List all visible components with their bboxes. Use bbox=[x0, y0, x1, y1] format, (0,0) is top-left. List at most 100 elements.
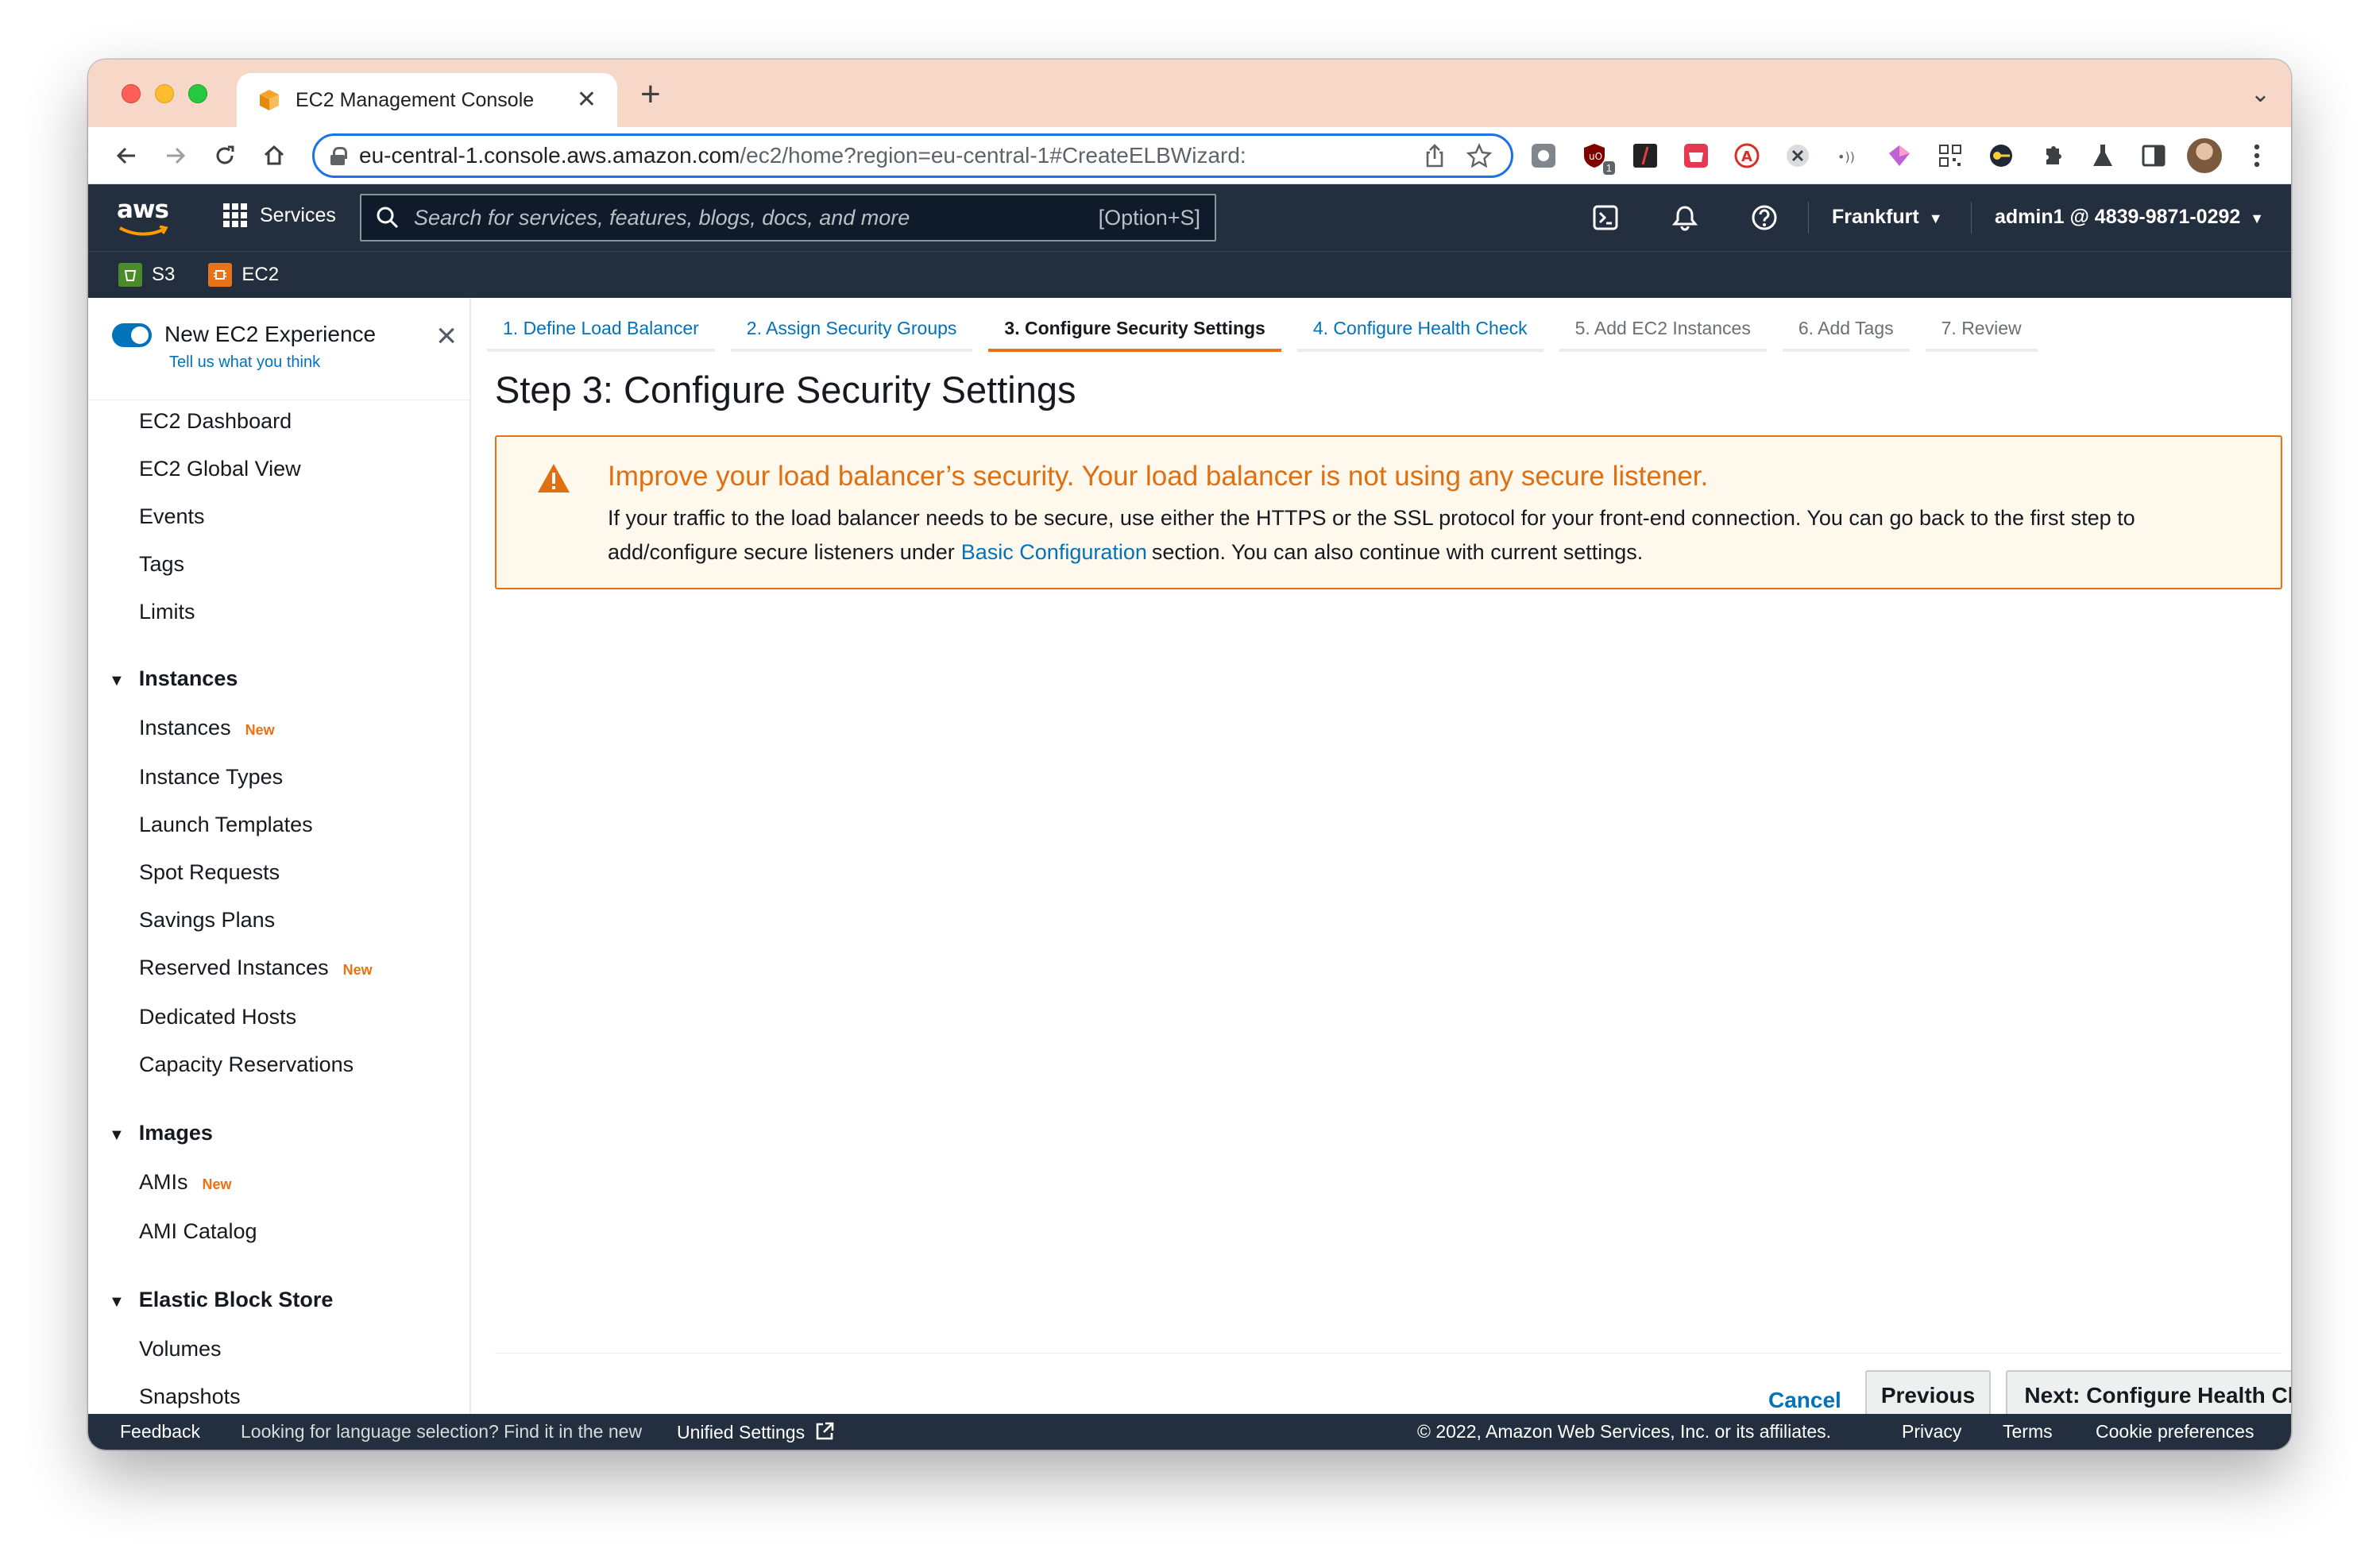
services-menu-button[interactable]: Services bbox=[223, 203, 336, 227]
close-sidebar-icon[interactable]: × bbox=[436, 319, 457, 353]
sidebar-item-instances[interactable]: Instances New bbox=[139, 716, 275, 740]
sidebar-item-launch-templates[interactable]: Launch Templates bbox=[139, 813, 313, 837]
favorite-s3[interactable]: S3 bbox=[118, 263, 175, 287]
home-icon[interactable] bbox=[255, 137, 293, 175]
cloudshell-icon[interactable] bbox=[1590, 202, 1621, 234]
sidebar-item-ec2-global-view[interactable]: EC2 Global View bbox=[139, 457, 301, 481]
warning-heading: Improve your load balancer’s security. Y… bbox=[608, 461, 1709, 492]
side-panel-icon[interactable] bbox=[2136, 138, 2171, 173]
section-title: Instances bbox=[138, 666, 238, 690]
sidebar-item-capacity-reservations[interactable]: Capacity Reservations bbox=[139, 1052, 354, 1077]
tab-assign-security-groups[interactable]: 2. Assign Security Groups bbox=[730, 307, 973, 352]
external-link-icon bbox=[817, 1422, 834, 1440]
sidebar-item-events[interactable]: Events bbox=[139, 504, 205, 529]
kebab-menu-icon[interactable] bbox=[2239, 138, 2274, 173]
favorite-label: EC2 bbox=[241, 264, 280, 285]
feedback-link[interactable]: Feedback bbox=[120, 1421, 200, 1442]
region-selector[interactable]: Frankfurt ▼ bbox=[1832, 206, 1943, 229]
svg-text:•)): •)) bbox=[1837, 149, 1855, 164]
sidebar-item-snapshots[interactable]: Snapshots bbox=[139, 1385, 241, 1409]
new-tab-button[interactable]: + bbox=[640, 77, 661, 112]
unified-settings-link[interactable]: Unified Settings bbox=[677, 1421, 835, 1443]
extension-grey-icon[interactable] bbox=[1526, 138, 1561, 173]
profile-avatar[interactable] bbox=[2187, 138, 2222, 173]
tab-add-tags[interactable]: 6. Add Tags bbox=[1782, 307, 1910, 352]
warning-triangle-icon bbox=[538, 464, 570, 492]
zoom-window-button[interactable] bbox=[188, 84, 207, 103]
tab-configure-health-check[interactable]: 4. Configure Health Check bbox=[1296, 307, 1544, 352]
sidebar-section-images[interactable]: ▼ Images bbox=[109, 1121, 213, 1145]
extension-dark-icon[interactable] bbox=[1628, 138, 1663, 173]
expand-triangle-icon: ▼ bbox=[109, 1126, 125, 1144]
sidebar-item-tags[interactable]: Tags bbox=[139, 552, 184, 577]
close-window-button[interactable] bbox=[122, 84, 141, 103]
share-icon[interactable] bbox=[1419, 140, 1451, 172]
sidebar-section-elastic-block-store[interactable]: ▼ Elastic Block Store bbox=[109, 1288, 333, 1312]
browser-tab[interactable]: EC2 Management Console ✕ bbox=[237, 73, 617, 127]
tab-review[interactable]: 7. Review bbox=[1925, 307, 2038, 352]
search-shortcut: [Option+S] bbox=[1098, 205, 1200, 230]
sidebar-item-volumes[interactable]: Volumes bbox=[139, 1337, 222, 1361]
basic-configuration-link[interactable]: Basic Configuration bbox=[961, 540, 1147, 564]
s3-bucket-icon bbox=[118, 263, 142, 287]
favorite-ec2[interactable]: EC2 bbox=[208, 263, 279, 287]
caret-down-icon: ▼ bbox=[2250, 210, 2265, 226]
extension-ublock-icon[interactable]: uO 1 bbox=[1577, 138, 1615, 175]
cookie-preferences-link[interactable]: Cookie preferences bbox=[2096, 1421, 2254, 1442]
aws-logo[interactable]: aws bbox=[117, 195, 172, 240]
tab-configure-security-settings[interactable]: 3. Configure Security Settings bbox=[988, 307, 1281, 352]
sidebar-item-amis[interactable]: AMIs New bbox=[139, 1170, 232, 1195]
extension-gem-icon[interactable] bbox=[1882, 138, 1917, 173]
extension-wave-icon[interactable]: •)) bbox=[1831, 138, 1866, 173]
tab-add-ec2-instances[interactable]: 5. Add EC2 Instances bbox=[1559, 307, 1767, 352]
sidebar-item-limits[interactable]: Limits bbox=[139, 600, 195, 624]
sidebar-item-spot-requests[interactable]: Spot Requests bbox=[139, 860, 280, 885]
account-menu[interactable]: admin1 @ 4839-9871-0292 ▼ bbox=[1995, 206, 2264, 229]
sidebar-item-instance-types[interactable]: Instance Types bbox=[139, 765, 283, 790]
item-label: Instances bbox=[139, 716, 231, 740]
cancel-button[interactable]: Cancel bbox=[1768, 1388, 1841, 1413]
star-icon[interactable] bbox=[1463, 140, 1495, 172]
extension-a-icon[interactable]: A bbox=[1729, 138, 1764, 173]
labs-flask-icon[interactable] bbox=[2085, 138, 2120, 173]
aws-search-input[interactable]: Search for services, features, blogs, do… bbox=[360, 194, 1216, 241]
url-text[interactable]: eu-central-1.console.aws.amazon.com/ec2/… bbox=[359, 143, 1406, 168]
page-title: Step 3: Configure Security Settings bbox=[495, 369, 1076, 411]
grid-icon bbox=[223, 203, 247, 227]
terms-link[interactable]: Terms bbox=[2003, 1421, 2053, 1442]
new-experience-panel: New EC2 Experience Tell us what you thin… bbox=[112, 315, 462, 392]
lock-icon[interactable] bbox=[330, 147, 347, 165]
tab-close-icon[interactable]: ✕ bbox=[577, 88, 597, 112]
sidebar-section-instances[interactable]: ▼ Instances bbox=[109, 666, 238, 691]
new-experience-toggle[interactable] bbox=[112, 323, 152, 347]
new-experience-title: New EC2 Experience bbox=[164, 322, 377, 346]
ec2-chip-icon bbox=[208, 263, 233, 287]
new-badge: New bbox=[342, 962, 373, 978]
extensions-icon[interactable] bbox=[2034, 138, 2069, 173]
minimize-window-button[interactable] bbox=[155, 84, 174, 103]
sidebar-item-savings-plans[interactable]: Savings Plans bbox=[139, 908, 275, 933]
extension-key-icon[interactable] bbox=[1984, 138, 2019, 173]
back-icon[interactable] bbox=[107, 137, 145, 175]
extension-qr-icon[interactable] bbox=[1933, 138, 1968, 173]
help-icon[interactable] bbox=[1748, 202, 1780, 234]
search-icon bbox=[377, 207, 399, 229]
address-bar[interactable]: eu-central-1.console.aws.amazon.com/ec2/… bbox=[312, 133, 1513, 178]
extension-x-icon[interactable] bbox=[1780, 138, 1815, 173]
svg-text:uO: uO bbox=[1589, 151, 1602, 162]
extension-badge: 1 bbox=[1602, 161, 1615, 175]
sidebar-item-ami-catalog[interactable]: AMI Catalog bbox=[139, 1219, 257, 1244]
sidebar-item-ec2-dashboard[interactable]: EC2 Dashboard bbox=[139, 409, 292, 434]
feedback-link[interactable]: Tell us what you think bbox=[169, 353, 320, 372]
reload-icon[interactable] bbox=[206, 137, 244, 175]
aws-cube-icon bbox=[260, 90, 279, 110]
extension-basket-icon[interactable] bbox=[1679, 138, 1714, 173]
forward-icon[interactable] bbox=[156, 137, 195, 175]
caret-down-icon: ▼ bbox=[1928, 210, 1943, 226]
sidebar-item-dedicated-hosts[interactable]: Dedicated Hosts bbox=[139, 1005, 296, 1029]
sidebar-item-reserved-instances[interactable]: Reserved Instances New bbox=[139, 956, 373, 980]
privacy-link[interactable]: Privacy bbox=[1902, 1421, 1961, 1442]
tab-define-load-balancer[interactable]: 1. Define Load Balancer bbox=[487, 307, 715, 352]
tab-search-chevron-icon[interactable]: ⌄ bbox=[2251, 80, 2270, 108]
notifications-bell-icon[interactable] bbox=[1669, 202, 1701, 234]
